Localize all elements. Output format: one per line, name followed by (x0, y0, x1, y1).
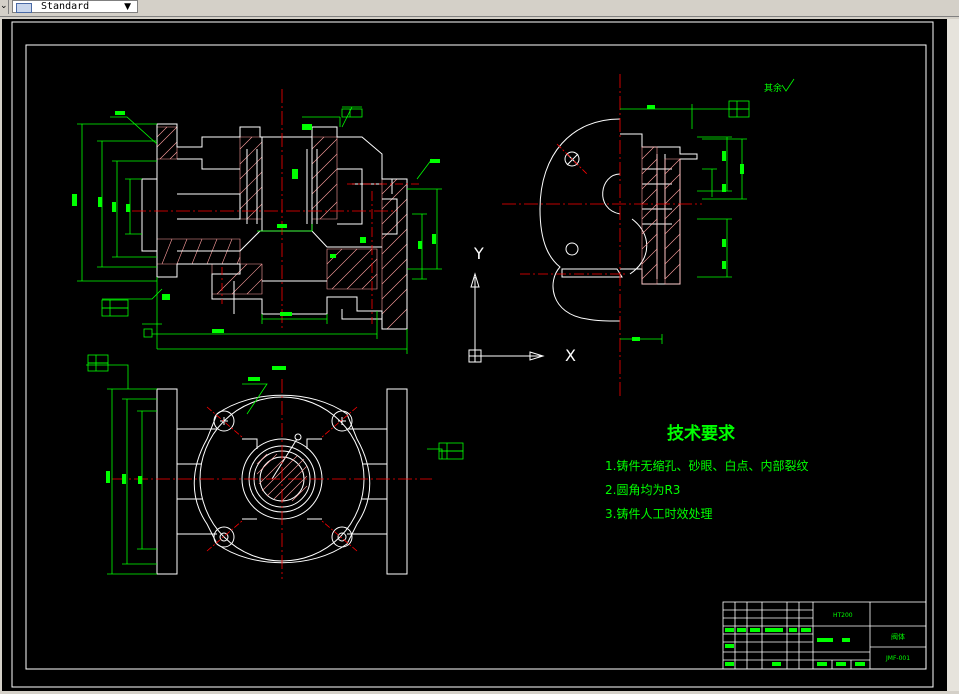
tech-item-2: 2.圆角均为R3 (605, 483, 680, 497)
front-section-view (72, 89, 442, 370)
title-block: 阀体 JMF-001 HT200 (722, 601, 927, 670)
cad-drawing-canvas[interactable]: 其余 Y X 技术要求 1.铸件无缩孔、砂眼、白点、内部裂纹 2.圆角均为R3 … (2, 19, 947, 691)
roughness-note: 其余 (764, 82, 782, 94)
top-view (86, 354, 464, 579)
text-style-icon (16, 3, 32, 13)
material: HT200 (833, 612, 853, 619)
text-style-combo[interactable]: Standard ▼ (12, 0, 138, 13)
side-view: 其余 (502, 74, 795, 399)
vertical-scrollbar[interactable] (947, 19, 959, 691)
axis-x-label: X (565, 346, 576, 365)
axis-y-label: Y (473, 244, 484, 263)
sheet-border (11, 21, 934, 688)
text-style-value: Standard (41, 1, 90, 12)
toolbar-dropdown-stub[interactable]: ⌄ (0, 0, 9, 14)
part-name: 阀体 (891, 632, 905, 641)
cad-drawing: 其余 Y X 技术要求 1.铸件无缩孔、砂眼、白点、内部裂纹 2.圆角均为R3 … (11, 21, 934, 688)
tech-item-3: 3.铸件人工时效处理 (605, 506, 712, 521)
technical-requirements: 技术要求 1.铸件无缩孔、砂眼、白点、内部裂纹 2.圆角均为R3 3.铸件人工时… (605, 423, 808, 521)
ucs-axis-icon: Y X (468, 244, 576, 365)
tech-item-1: 1.铸件无缩孔、砂眼、白点、内部裂纹 (605, 458, 808, 473)
style-toolbar: ⌄ Standard ▼ (0, 0, 959, 17)
tech-title: 技术要求 (667, 423, 735, 444)
chevron-down-icon[interactable]: ▼ (124, 1, 131, 13)
drawing-frame (25, 44, 927, 670)
drawing-number: JMF-001 (885, 655, 910, 662)
